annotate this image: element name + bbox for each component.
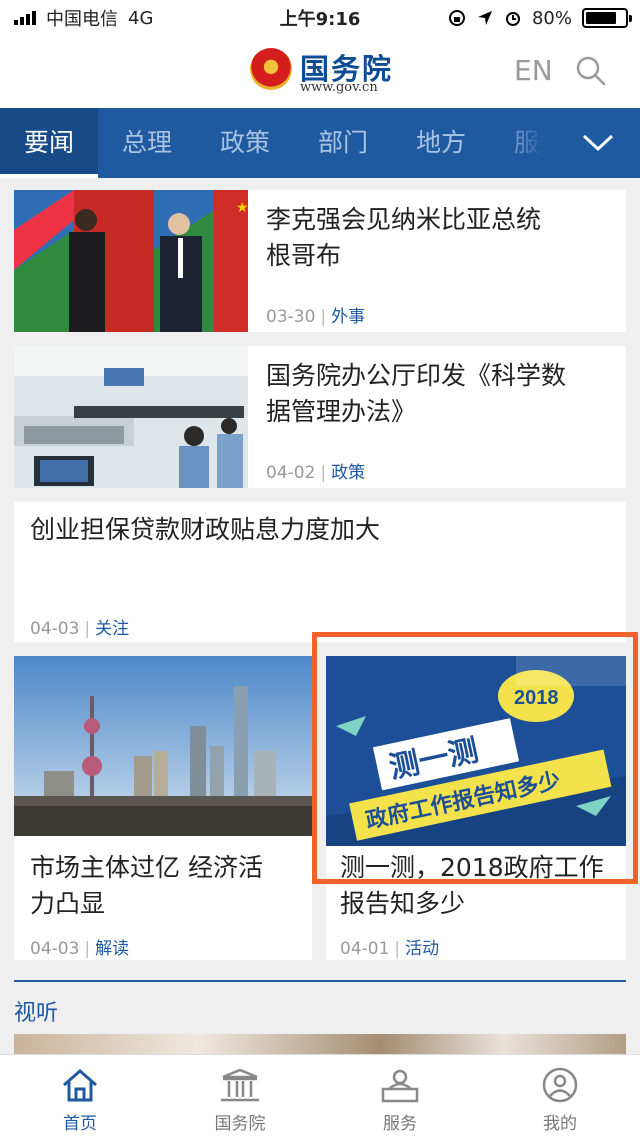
location-icon [477,11,492,25]
search-icon[interactable] [576,56,606,86]
article-title: 李克强会见纳米比亚总统 根哥布 [266,205,542,270]
article-date: 04-01 [340,939,390,959]
status-bar: 中国电信 4G 上午9:16 80% [0,0,640,36]
list-item[interactable]: ★ 李克强会见纳米比亚总统 根哥布 03-30 | 外事 [14,190,626,332]
battery-icon [582,8,632,28]
service-icon [381,1069,419,1103]
section-title-av[interactable]: 视听 [14,995,58,1027]
tab-policy[interactable]: 政策 [196,108,294,178]
tab-local[interactable]: 地方 [392,108,490,178]
tab-state-council-label: 国务院 [214,1114,266,1134]
article-meta: 04-03 | 关注 [30,619,130,639]
tab-profile-label: 我的 [543,1114,577,1134]
tab-profile[interactable]: 我的 [500,1067,620,1134]
grid-card[interactable]: 市场主体过亿 经济活 力凸显 04-03 | 解读 [14,656,312,960]
article-meta: 03-30 | 外事 [266,307,366,327]
list-item[interactable]: 创业担保贷款财政贴息力度加大 04-03 | 关注 [14,502,626,642]
article-category[interactable]: 政策 [331,463,365,483]
list-item[interactable]: 国务院办公厅印发《科学数 据管理办法》 04-02 | 政策 [14,346,626,488]
article-title: 国务院办公厅印发《科学数 据管理办法》 [266,361,567,426]
alarm-icon [505,12,520,26]
article-category[interactable]: 解读 [95,939,129,959]
video-thumbnail[interactable] [14,1034,626,1056]
lock-rotation-icon [448,10,465,26]
section-divider [14,980,626,982]
article-thumbnail [14,656,312,836]
tab-home[interactable]: 首页 [20,1067,140,1134]
profile-icon [542,1067,578,1103]
tab-service[interactable]: 服务 [340,1067,460,1134]
article-category[interactable]: 关注 [95,619,129,639]
article-category[interactable]: 外事 [331,307,365,327]
tab-departments[interactable]: 部门 [294,108,392,178]
bottom-tab-bar: 首页 国务院 服务 我的 [0,1054,640,1138]
article-date: 04-03 [30,619,80,639]
article-date: 04-03 [30,939,80,959]
highlight-frame [312,632,638,884]
article-category[interactable]: 活动 [405,939,439,959]
article-meta: 04-03 | 解读 [30,939,130,959]
article-title: 创业担保贷款财政贴息力度加大 [30,515,381,544]
language-button[interactable]: EN [514,54,553,87]
tab-state-council[interactable]: 国务院 [180,1067,300,1134]
more-tabs-button[interactable] [556,108,640,178]
tab-news[interactable]: 要闻 [0,108,98,178]
article-date: 04-02 [266,463,316,483]
building-icon [221,1068,259,1102]
category-nav: 要闻 总理 政策 部门 地方 服务 [0,108,640,178]
tab-premier[interactable]: 总理 [98,108,196,178]
chevron-down-icon [582,134,614,152]
tab-service-label: 服务 [383,1114,417,1134]
app-header: 国务院 www.gov.cn EN [0,36,640,108]
logo-url: www.gov.cn [300,80,378,95]
article-title: 市场主体过亿 经济活 力凸显 [30,853,263,918]
home-icon [63,1069,97,1102]
article-meta: 04-02 | 政策 [266,463,366,483]
article-meta: 04-01 | 活动 [340,939,440,959]
national-emblem-icon [250,48,292,90]
article-date: 03-30 [266,307,316,327]
tab-home-label: 首页 [63,1114,97,1134]
article-thumbnail: ★ [14,190,248,332]
article-thumbnail [14,346,248,488]
svg-text:★: ★ [236,200,248,216]
tab-fade [496,108,556,178]
battery-percent: 80% [531,7,572,29]
